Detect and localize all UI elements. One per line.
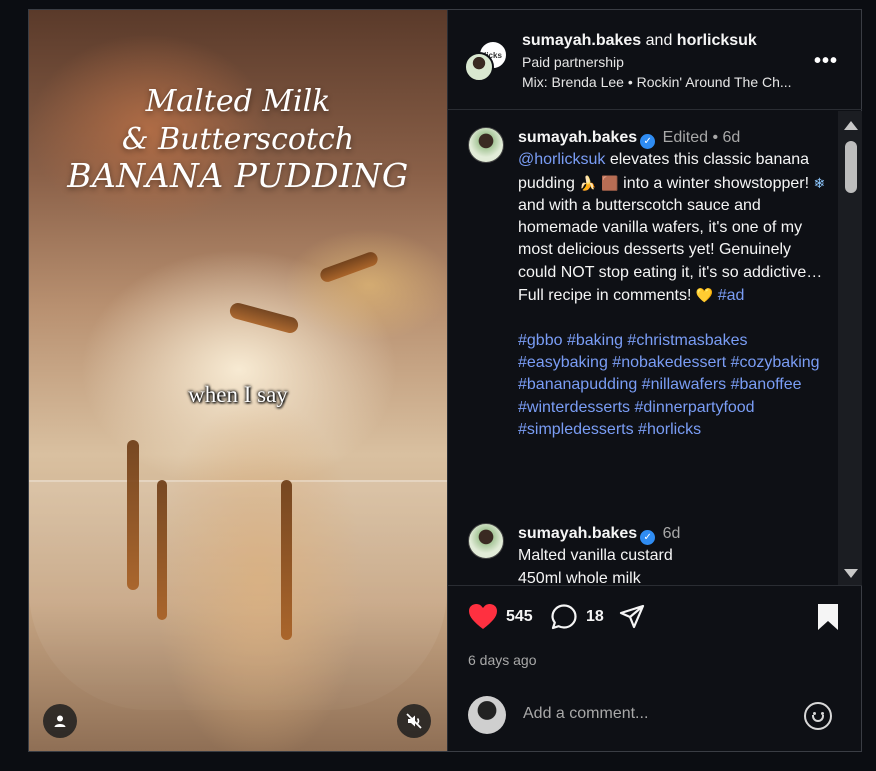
comment-author[interactable]: sumayah.bakes <box>518 525 637 542</box>
author-link[interactable]: sumayah.bakes <box>522 32 641 49</box>
post-caption: sumayah.bakes ✓ Edited • 6d @horlicksuk e… <box>468 127 828 487</box>
comment-item: sumayah.bakes ✓ 6d Malted vanilla custard… <box>468 523 828 585</box>
caption-author[interactable]: sumayah.bakes <box>518 129 637 146</box>
mention-link[interactable]: @horlicksuk <box>518 151 605 168</box>
paid-partnership-label[interactable]: Paid partnership <box>522 54 792 70</box>
syrup-drip <box>318 250 380 284</box>
verified-icon: ✓ <box>640 530 656 545</box>
share-button[interactable] <box>618 603 646 631</box>
post-header: licks sumayah.bakes and horlicksuk Paid … <box>448 10 862 110</box>
caption-text-3: and with a butterscotch sauce and homema… <box>518 196 823 305</box>
hashtags[interactable]: #gbbo #baking #christmasbakes #easybakin… <box>518 332 820 438</box>
like-count[interactable]: 545 <box>506 608 533 626</box>
scrollbar-thumb[interactable] <box>845 141 857 193</box>
comments-scroll-area[interactable]: sumayah.bakes ✓ Edited • 6d @horlicksuk e… <box>448 111 862 585</box>
author-avatar[interactable] <box>464 52 494 82</box>
more-icon: ••• <box>814 50 839 72</box>
scroll-down-arrow[interactable] <box>844 569 858 578</box>
comment-count[interactable]: 18 <box>586 608 604 626</box>
user-tag-icon <box>54 715 66 727</box>
emoji-picker-button[interactable] <box>804 702 832 730</box>
comment-author-avatar[interactable] <box>468 523 504 559</box>
mute-button[interactable] <box>397 704 431 738</box>
bookmark-icon <box>818 604 838 630</box>
edited-label: Edited <box>662 129 709 146</box>
emoji-icon <box>812 715 824 722</box>
verified-icon: ✓ <box>640 134 656 149</box>
comment-icon <box>551 604 577 630</box>
comment-line-2: 450ml whole milk <box>518 569 641 585</box>
comment-input[interactable] <box>523 705 783 723</box>
heart-icon <box>469 604 497 629</box>
action-bar: 545 18 6 days ago <box>448 585 862 695</box>
syrup-drip <box>157 480 167 620</box>
caption-author-avatar[interactable] <box>468 127 504 163</box>
caption-age[interactable]: 6d <box>723 129 741 146</box>
video-title-line-3: BANANA PUDDING <box>67 156 409 195</box>
banana-emoji: 🍌 <box>579 174 597 191</box>
comment-line-1: Malted vanilla custard <box>518 547 673 565</box>
header-text: sumayah.bakes and horlicksuk Paid partne… <box>522 32 792 90</box>
comment-body: sumayah.bakes ✓ 6d Malted vanilla custard… <box>518 523 828 585</box>
author-avatars[interactable]: licks <box>464 40 512 84</box>
syrup-drip <box>281 480 292 640</box>
syrup-drip <box>228 301 300 335</box>
ad-hashtag[interactable]: #ad <box>718 287 745 304</box>
user-tag-button[interactable] <box>43 704 77 738</box>
comment-age[interactable]: 6d <box>663 525 681 542</box>
dessert-glass <box>29 480 447 710</box>
posted-time[interactable]: 6 days ago <box>468 652 537 668</box>
mute-icon <box>406 713 422 729</box>
meta-separator: • <box>712 129 719 146</box>
video-title-line-1: Malted Milk <box>145 84 331 119</box>
like-button[interactable]: 545 <box>468 603 533 630</box>
pudding-emoji: 🟫 <box>601 174 619 191</box>
scroll-up-arrow[interactable] <box>844 121 858 130</box>
post-video[interactable]: Malted Milk & Butterscotch BANANA PUDDIN… <box>29 10 447 751</box>
snowflake-emoji: ❄ <box>813 174 826 191</box>
share-icon <box>619 604 645 629</box>
video-caption: when I say <box>188 382 288 407</box>
yellow-heart-emoji: 💛 <box>695 287 714 304</box>
audio-track-link[interactable]: Mix: Brenda Lee • Rockin' Around The Ch.… <box>522 74 792 90</box>
comment-button[interactable]: 18 <box>550 603 604 631</box>
caption-body: sumayah.bakes ✓ Edited • 6d @horlicksuk e… <box>518 127 828 441</box>
syrup-drip <box>127 440 139 590</box>
video-title-line-2: & Butterscotch <box>121 122 355 157</box>
save-button[interactable] <box>816 603 840 631</box>
post-modal: Malted Milk & Butterscotch BANANA PUDDIN… <box>28 9 862 752</box>
post-details-panel: licks sumayah.bakes and horlicksuk Paid … <box>447 10 862 751</box>
caption-text-2: into a winter showstopper! <box>618 174 814 192</box>
and-text: and <box>645 32 673 49</box>
current-user-avatar <box>468 696 506 734</box>
header-authors: sumayah.bakes and horlicksuk <box>522 32 792 50</box>
more-options-button[interactable]: ••• <box>814 50 838 73</box>
partner-link[interactable]: horlicksuk <box>677 32 757 49</box>
add-comment-bar <box>448 682 862 751</box>
